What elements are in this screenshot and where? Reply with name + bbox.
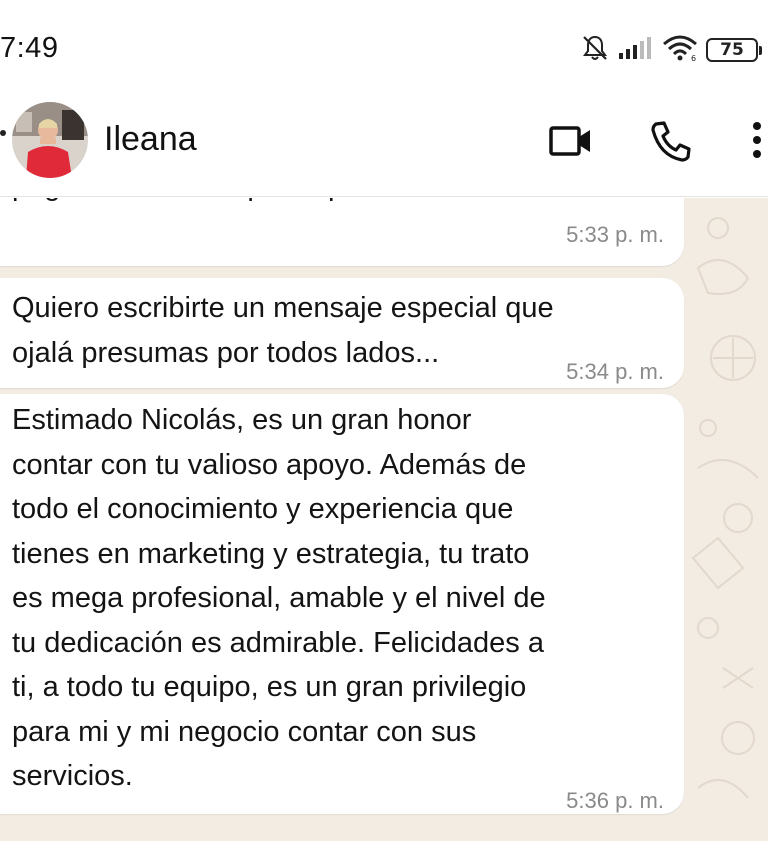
status-icons: 6 75 <box>580 34 762 66</box>
wifi-icon: 6 <box>662 34 698 67</box>
back-arrow-icon[interactable] <box>0 130 6 136</box>
chat-header: Ileana <box>0 90 768 197</box>
signal-icon <box>618 35 654 66</box>
more-menu-icon[interactable] <box>750 118 764 169</box>
message-text: Estimado Nicolás, es un gran honor conta… <box>12 404 546 792</box>
svg-text:6: 6 <box>691 54 696 62</box>
message-bubble[interactable]: Estimado Nicolás, es un gran honor conta… <box>0 394 684 814</box>
bell-muted-icon <box>580 33 610 68</box>
voice-call-icon[interactable] <box>648 118 694 169</box>
wallpaper-doodle <box>691 217 759 799</box>
message-time: 5:36 p. m. <box>566 788 664 813</box>
message-bubble[interactable]: página web el template que deben usar? 5… <box>0 198 684 266</box>
status-time: 7:49 <box>0 32 59 64</box>
battery-icon: 75 <box>706 38 762 62</box>
battery-level: 75 <box>706 38 758 62</box>
message-text: página web el template que deben usar? <box>12 198 536 209</box>
chat-area[interactable]: página web el template que deben usar? 5… <box>0 198 768 841</box>
message-text: Quiero escribirte un mensaje especial qu… <box>12 292 554 369</box>
message-time: 5:33 p. m. <box>566 222 664 247</box>
message-bubble[interactable]: Quiero escribirte un mensaje especial qu… <box>0 278 684 388</box>
avatar[interactable] <box>12 102 88 178</box>
status-bar: 7:49 6 75 <box>0 0 768 90</box>
video-call-icon[interactable] <box>548 118 594 169</box>
contact-name[interactable]: Ileana <box>104 120 197 159</box>
message-time: 5:34 p. m. <box>566 359 664 384</box>
